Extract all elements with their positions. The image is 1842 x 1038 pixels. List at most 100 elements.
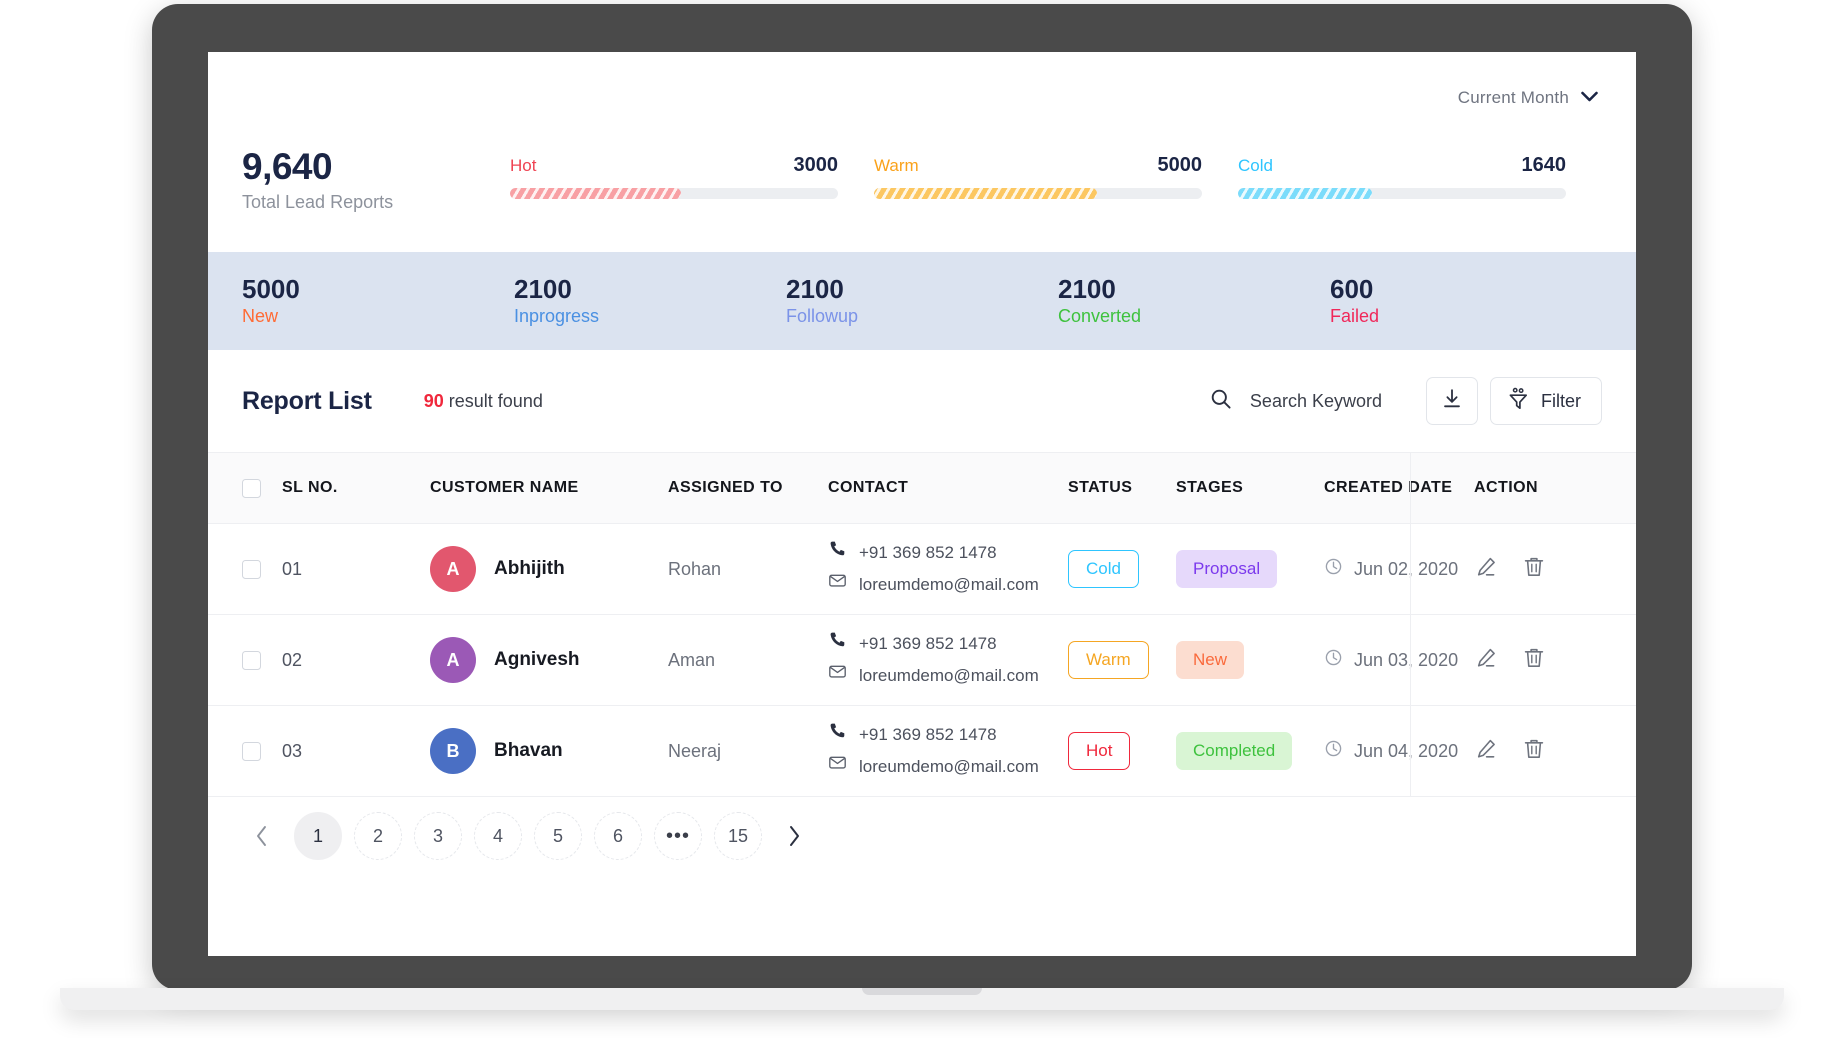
cell-status: Warm (1068, 641, 1176, 679)
avatar: A (430, 637, 476, 683)
column-header-created-date: CREATED DATE (1324, 479, 1453, 496)
select-all-cell (242, 478, 282, 498)
total-lead-value: 9,640 (242, 146, 333, 187)
cell-action (1474, 737, 1584, 766)
mail-icon (828, 751, 847, 783)
cell-action (1474, 555, 1584, 584)
meter-value: 1640 (1521, 154, 1567, 176)
contact-phone: +91 369 852 1478 (828, 719, 1068, 751)
created-date-value: Jun 02, 2020 (1354, 558, 1459, 579)
stage-label: New (242, 305, 279, 326)
meter-warm: Warm 5000 (874, 154, 1238, 199)
trash-icon[interactable] (1522, 555, 1546, 584)
select-all-checkbox[interactable] (242, 478, 261, 498)
search-input[interactable]: Search Keyword (1210, 388, 1382, 415)
cell-stage: Proposal (1176, 550, 1324, 588)
cell-contact: +91 369 852 1478 loreumdemo@mail.com (828, 537, 1068, 602)
meter-value: 5000 (1157, 154, 1203, 176)
phone-value: +91 369 852 1478 (859, 633, 997, 653)
column-header-customer-name: CUSTOMER NAME (430, 479, 579, 496)
edit-pencil-icon[interactable] (1474, 555, 1498, 584)
cell-assigned-to: Rohan (668, 559, 828, 580)
trash-icon[interactable] (1522, 737, 1546, 766)
pagination-page-4[interactable]: 4 (474, 812, 522, 860)
cell-assigned-to: Neeraj (668, 741, 828, 762)
lead-temperature-meters: Hot 3000 Warm 5000 Cold 1640 (510, 144, 1602, 199)
pagination-page-5[interactable]: 5 (534, 812, 582, 860)
pagination-page-6[interactable]: 6 (594, 812, 642, 860)
mail-icon (828, 660, 847, 692)
row-checkbox[interactable] (242, 559, 261, 579)
cell-action (1474, 646, 1584, 675)
stage-badge: New (1176, 641, 1245, 679)
avatar: A (430, 546, 476, 592)
contact-phone: +91 369 852 1478 (828, 537, 1068, 569)
stage-count: 2100 (786, 274, 844, 305)
chevron-right-icon[interactable] (774, 812, 814, 860)
email-value: loreumdemo@mail.com (859, 666, 1039, 685)
period-selector[interactable]: Current Month (1458, 88, 1598, 108)
trash-icon[interactable] (1522, 646, 1546, 675)
cell-contact: +91 369 852 1478 loreumdemo@mail.com (828, 719, 1068, 784)
cell-status: Hot (1068, 732, 1176, 770)
stage-badge: Completed (1176, 732, 1293, 770)
table-header-row: SL NO. CUSTOMER NAME ASSIGNED TO CONTACT… (208, 452, 1636, 524)
status-badge: Warm (1068, 641, 1149, 679)
edit-pencil-icon[interactable] (1474, 737, 1498, 766)
cell-status: Cold (1068, 550, 1176, 588)
app-screen: Current Month 9,640 Total Lead Reports H… (208, 52, 1636, 956)
meter-fill (1238, 188, 1373, 199)
column-header-action: ACTION (1474, 479, 1539, 496)
phone-value: +91 369 852 1478 (859, 542, 997, 562)
pagination-ellipsis: ••• (654, 812, 702, 860)
cell-customer-name: B Bhavan (430, 728, 668, 774)
meter-track (874, 188, 1202, 199)
stage-count: 2100 (514, 274, 572, 305)
clock-icon (1324, 648, 1343, 672)
assigned-to-value: Aman (668, 649, 716, 670)
sl-no-value: 03 (282, 740, 303, 761)
result-found-text: 90 result found (424, 391, 543, 412)
stage-count: 5000 (242, 274, 300, 305)
column-header-status: STATUS (1068, 479, 1133, 496)
filter-icon (1507, 387, 1530, 416)
pagination-page-1[interactable]: 1 (294, 812, 342, 860)
contact-email: loreumdemo@mail.com (828, 751, 1068, 783)
row-select-cell (242, 650, 282, 670)
stage-count: 2100 (1058, 274, 1116, 305)
filter-button[interactable]: Filter (1490, 377, 1602, 425)
download-icon (1440, 387, 1464, 416)
pagination-page-2[interactable]: 2 (354, 812, 402, 860)
cell-stage: New (1176, 641, 1324, 679)
table-row[interactable]: 02 A Agnivesh Aman +91 369 852 1478 loreumdem… (208, 615, 1636, 706)
meter-value: 3000 (793, 154, 839, 176)
status-badge: Hot (1068, 732, 1131, 770)
row-select-cell (242, 741, 282, 761)
laptop-base-notch (862, 988, 982, 995)
cell-sl-no: 03 (282, 741, 430, 762)
pagination-page-15[interactable]: 15 (714, 812, 762, 860)
edit-pencil-icon[interactable] (1474, 646, 1498, 675)
row-select-cell (242, 559, 282, 579)
pagination-page-3[interactable]: 3 (414, 812, 462, 860)
column-header-sl-no: SL NO. (282, 479, 338, 496)
clock-icon (1324, 557, 1343, 581)
table-row[interactable]: 01 A Abhijith Rohan +91 369 852 1478 loreumde… (208, 524, 1636, 615)
email-value: loreumdemo@mail.com (859, 757, 1039, 776)
meter-track (1238, 188, 1566, 199)
contact-phone: +91 369 852 1478 (828, 628, 1068, 660)
phone-icon (828, 628, 847, 660)
table-row[interactable]: 03 B Bhavan Neeraj +91 369 852 1478 loreumdem… (208, 706, 1636, 797)
chevron-left-icon[interactable] (242, 812, 282, 860)
download-button[interactable] (1426, 377, 1478, 425)
cell-created-date: Jun 02, 2020 (1324, 557, 1474, 581)
report-list-title: Report List (242, 386, 372, 415)
cell-customer-name: A Agnivesh (430, 637, 668, 683)
created-date-value: Jun 03, 2020 (1354, 649, 1459, 670)
created-date: Jun 03, 2020 (1324, 648, 1474, 672)
row-checkbox[interactable] (242, 741, 261, 761)
row-checkbox[interactable] (242, 650, 261, 670)
cell-assigned-to: Aman (668, 650, 828, 671)
result-suffix: result found (443, 390, 543, 411)
stage-label: Converted (1058, 305, 1142, 326)
